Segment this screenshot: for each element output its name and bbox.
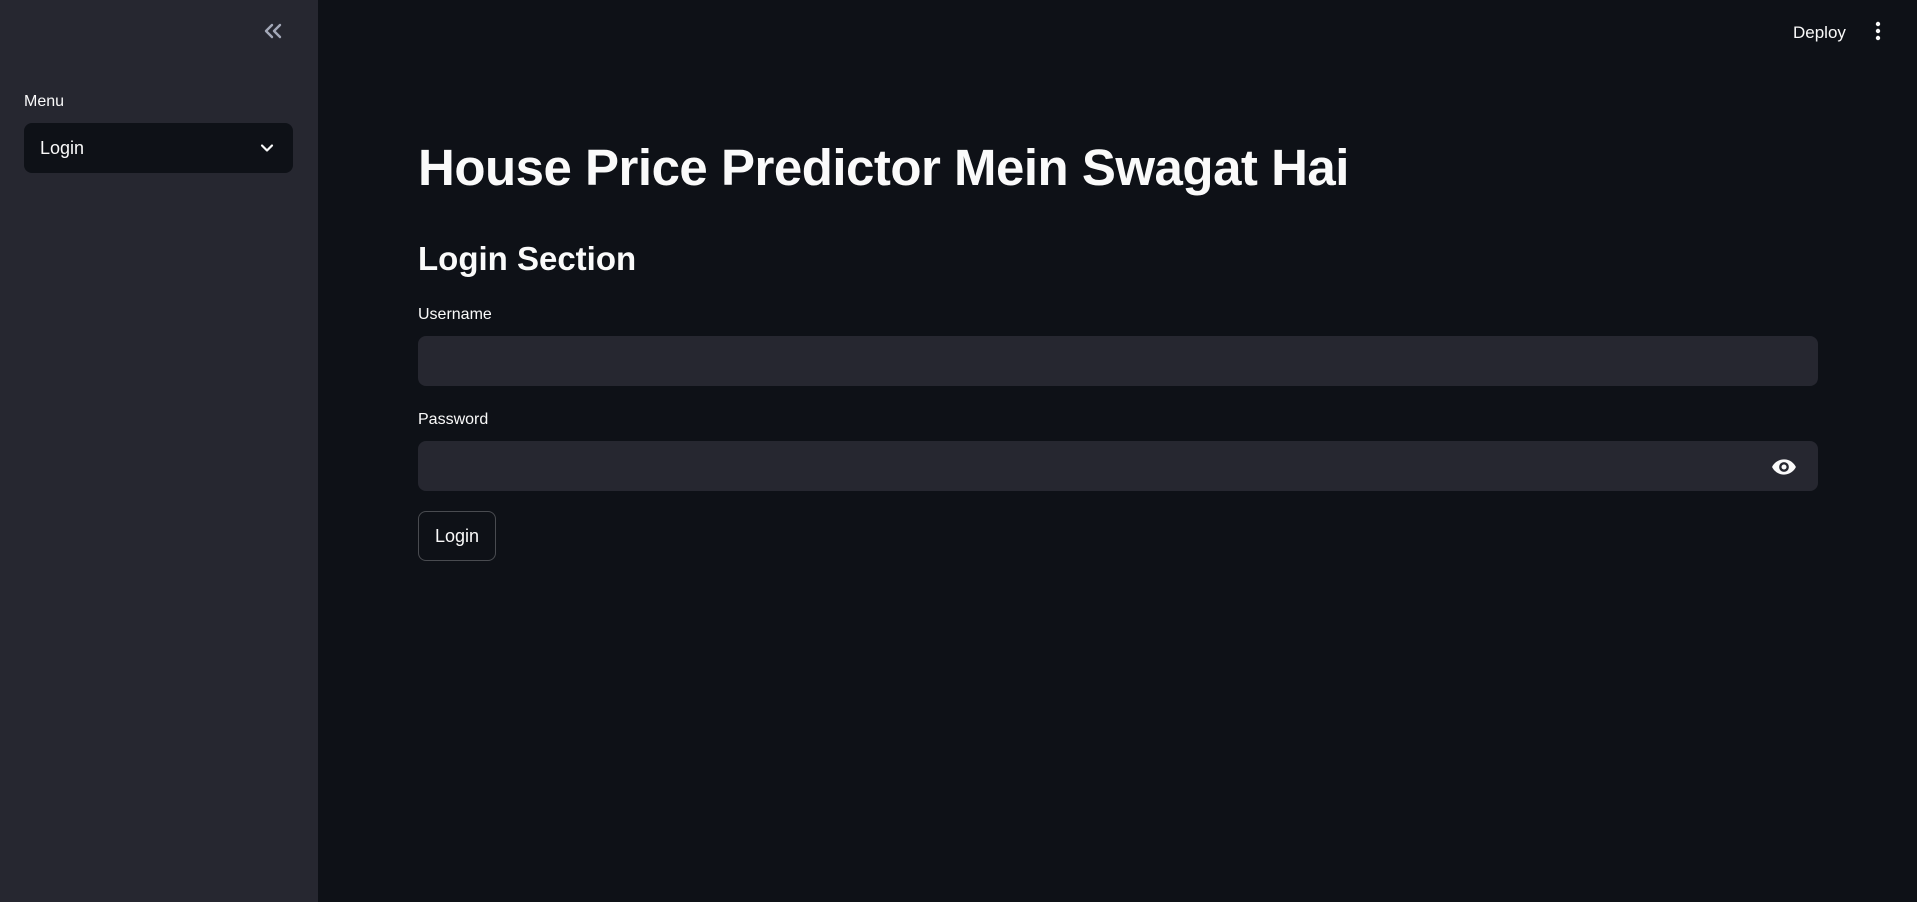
menu-select[interactable]: Login: [24, 123, 293, 173]
collapse-sidebar-button[interactable]: [258, 16, 288, 46]
vertical-dots-icon: [1875, 21, 1881, 41]
section-title: Login Section: [418, 240, 637, 277]
deploy-button[interactable]: Deploy: [1785, 19, 1854, 47]
show-password-button[interactable]: [1764, 455, 1804, 479]
menu-label: Menu: [24, 93, 65, 110]
double-chevron-left-icon: [264, 23, 282, 39]
app-root: Menu Login Deploy House Price Predictor …: [0, 0, 1917, 902]
sidebar: Menu Login: [0, 0, 318, 902]
page-title: House Price Predictor Mein Swagat Hai: [418, 139, 1349, 196]
login-button[interactable]: Login: [418, 511, 496, 561]
main-menu-button[interactable]: [1868, 17, 1888, 45]
username-input[interactable]: [418, 336, 1818, 386]
username-label: Username: [418, 306, 492, 323]
password-label: Password: [418, 411, 489, 428]
menu-select-value: Login: [40, 137, 85, 158]
chevron-down-icon: [257, 138, 277, 158]
eye-icon: [1772, 459, 1796, 475]
password-input[interactable]: [418, 441, 1818, 491]
